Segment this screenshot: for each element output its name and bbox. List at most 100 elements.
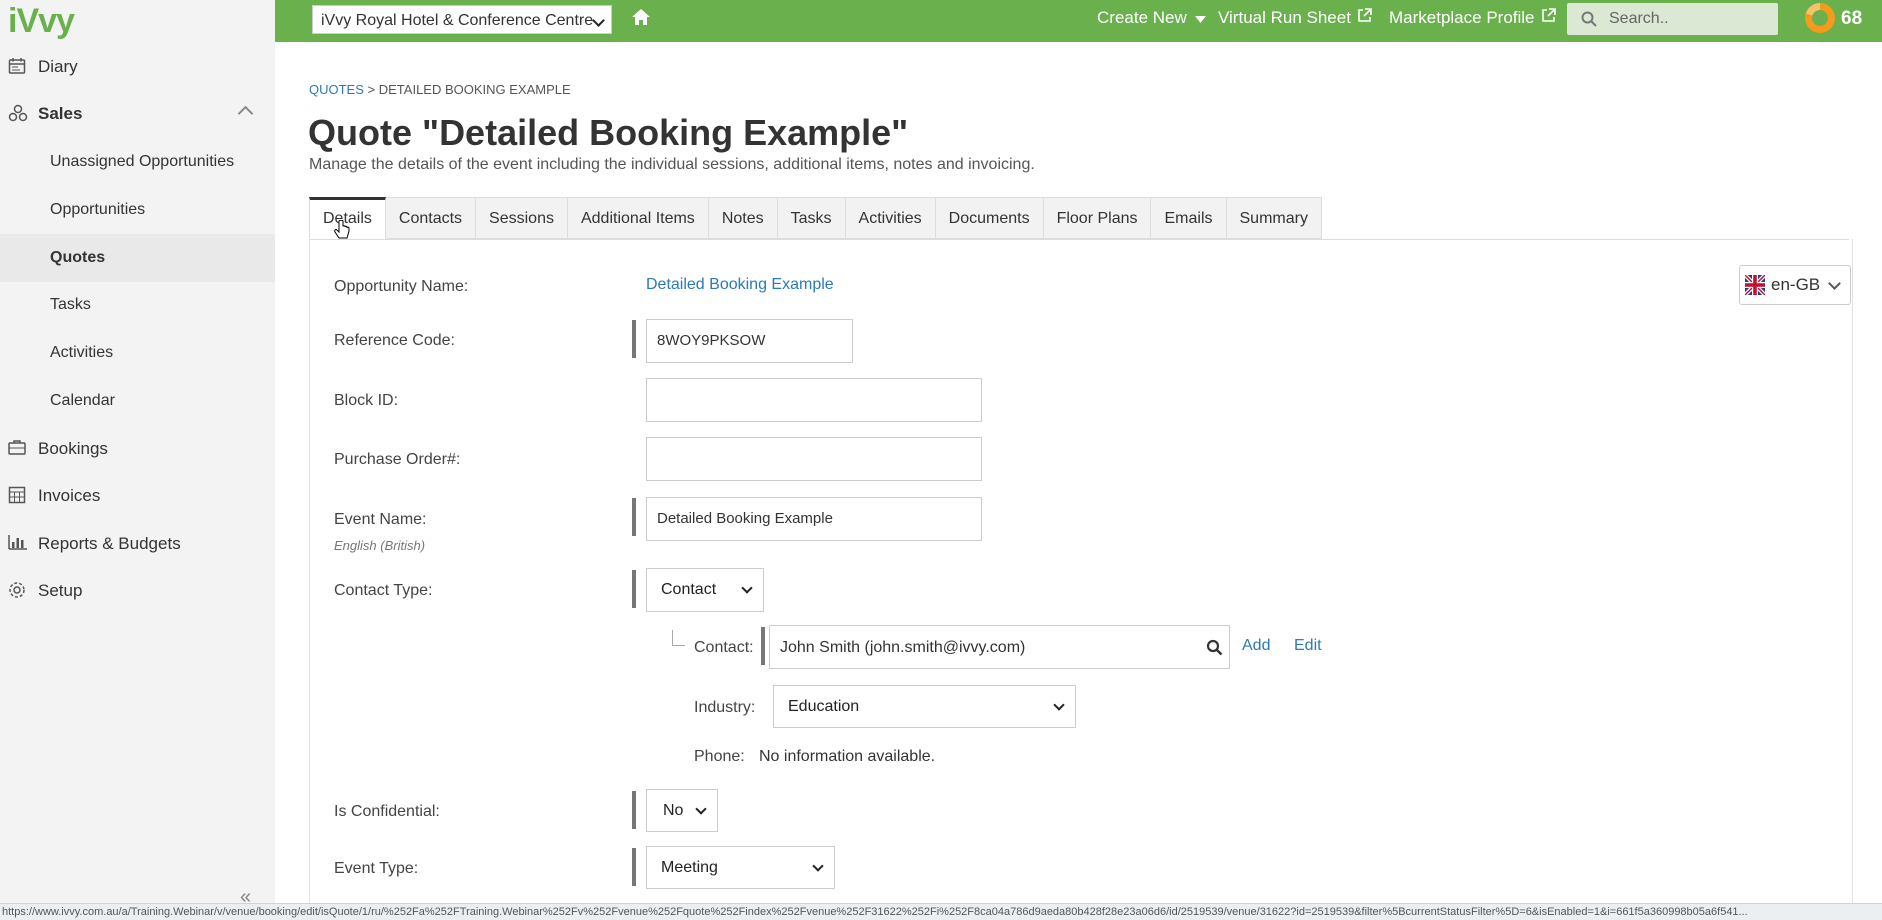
virtual-run-sheet-label: Virtual Run Sheet (1218, 8, 1351, 27)
sidebar-item-label: Quotes (50, 249, 106, 266)
reference-code-label: Reference Code: (334, 332, 455, 349)
tab-emails[interactable]: Emails (1151, 197, 1227, 239)
gear-icon (8, 581, 30, 601)
breadcrumb-separator: > (367, 82, 376, 97)
sidebar-item-invoices[interactable]: Invoices (0, 474, 275, 518)
details-panel (309, 239, 1853, 920)
contact-value: John Smith (john.smith@ivvy.com) (780, 639, 1026, 656)
sidebar: iVvy Diary Sales Unassigned Opportunitie… (0, 0, 275, 919)
sales-icon (8, 104, 30, 124)
uk-flag-icon (1743, 273, 1767, 297)
sidebar-item-label: Invoices (38, 486, 101, 505)
chevron-down-icon (592, 14, 605, 27)
sidebar-item-label: Bookings (38, 439, 108, 458)
industry-label: Industry: (694, 699, 756, 716)
virtual-run-sheet-link[interactable]: Virtual Run Sheet (1218, 8, 1372, 28)
marketplace-profile-link[interactable]: Marketplace Profile (1389, 8, 1556, 28)
chevron-up-icon (237, 105, 254, 122)
sidebar-item-bookings[interactable]: Bookings (0, 427, 275, 471)
tree-connector (672, 630, 685, 646)
chevron-down-icon (1053, 698, 1065, 711)
progress-ring-icon[interactable] (1805, 3, 1835, 33)
event-name-input[interactable]: Detailed Booking Example (646, 497, 982, 541)
sidebar-item-tasks[interactable]: Tasks (0, 283, 275, 327)
external-link-icon (1357, 8, 1372, 28)
event-type-label: Event Type: (334, 860, 419, 877)
sidebar-item-label: Activities (50, 344, 114, 361)
tab-summary[interactable]: Summary (1226, 197, 1322, 239)
chevron-down-icon (741, 582, 753, 594)
sidebar-item-label: Setup (38, 581, 83, 600)
breadcrumb-quotes-link[interactable]: QUOTES (309, 82, 364, 97)
phone-value: No information available. (759, 748, 936, 765)
event-name-label: Event Name: (334, 511, 427, 528)
contact-type-value: Contact (661, 581, 717, 598)
sidebar-item-quotes[interactable]: Quotes (0, 234, 275, 282)
contact-label: Contact: (694, 639, 754, 656)
caret-down-icon (1194, 8, 1206, 28)
industry-select[interactable]: Education (773, 685, 1076, 728)
required-marker (632, 848, 636, 886)
required-marker (632, 498, 636, 536)
breadcrumb-current: DETAILED BOOKING EXAMPLE (378, 82, 571, 97)
chevron-down-icon (812, 859, 824, 872)
briefcase-icon (8, 439, 30, 459)
marketplace-profile-label: Marketplace Profile (1389, 8, 1535, 27)
sidebar-item-reports-budgets[interactable]: Reports & Budgets (0, 522, 275, 566)
sidebar-item-activities[interactable]: Activities (0, 331, 275, 375)
sidebar-item-label: Unassigned Opportunities (50, 153, 235, 170)
bar-chart-icon (8, 534, 30, 554)
contact-type-select[interactable]: Contact (646, 568, 764, 612)
calculator-icon (8, 486, 30, 506)
sidebar-item-sales[interactable]: Sales (0, 92, 275, 136)
search-icon[interactable] (1206, 639, 1223, 661)
reference-code-input[interactable]: 8WOY9PKSOW (646, 319, 853, 363)
tab-tasks[interactable]: Tasks (777, 197, 846, 239)
required-marker (761, 627, 765, 665)
event-type-value: Meeting (661, 858, 718, 876)
venue-select[interactable]: iVvy Royal Hotel & Conference Centre (312, 5, 612, 34)
chevron-down-icon (695, 802, 707, 815)
tab-bar: Details Contacts Sessions Additional Ite… (309, 197, 1849, 240)
edit-contact-link[interactable]: Edit (1294, 637, 1322, 655)
required-marker (632, 570, 636, 608)
purchase-order-input[interactable] (646, 437, 982, 481)
tab-sessions[interactable]: Sessions (476, 197, 568, 239)
opportunity-name-label: Opportunity Name: (334, 278, 469, 295)
external-link-icon (1541, 8, 1556, 28)
sidebar-item-calendar[interactable]: Calendar (0, 379, 275, 423)
search-input[interactable]: Search.. (1567, 3, 1778, 35)
add-contact-link[interactable]: Add (1242, 637, 1270, 655)
confidential-value: No (663, 801, 684, 819)
purchase-order-label: Purchase Order#: (334, 451, 461, 468)
language-select[interactable]: en-GB (1739, 265, 1851, 305)
contact-input[interactable]: John Smith (john.smith@ivvy.com) (769, 625, 1230, 669)
chevron-down-icon (1828, 276, 1842, 290)
tab-floor-plans[interactable]: Floor Plans (1043, 197, 1152, 239)
required-marker (632, 791, 636, 829)
opportunity-name-link[interactable]: Detailed Booking Example (646, 276, 834, 294)
sidebar-item-label: Sales (38, 104, 83, 123)
industry-value: Education (788, 697, 860, 715)
event-type-select[interactable]: Meeting (646, 846, 835, 889)
page-subtitle: Manage the details of the event includin… (309, 156, 1035, 173)
search-placeholder: Search.. (1609, 10, 1669, 27)
contact-type-label: Contact Type: (334, 582, 433, 599)
event-name-language: English (British) (334, 538, 426, 553)
tab-additional-items[interactable]: Additional Items (567, 197, 709, 239)
tab-contacts[interactable]: Contacts (385, 197, 477, 239)
tab-activities[interactable]: Activities (845, 197, 936, 239)
home-icon[interactable] (631, 8, 651, 31)
required-marker (632, 320, 636, 358)
sidebar-item-opportunities[interactable]: Opportunities (0, 188, 275, 232)
sidebar-item-diary[interactable]: Diary (0, 45, 275, 89)
ivvy-logo[interactable]: iVvy (8, 2, 75, 41)
sidebar-item-unassigned-opportunities[interactable]: Unassigned Opportunities (0, 140, 275, 184)
tab-notes[interactable]: Notes (708, 197, 778, 239)
tab-documents[interactable]: Documents (935, 197, 1044, 239)
confidential-label: Is Confidential: (334, 803, 440, 820)
sidebar-item-setup[interactable]: Setup (0, 569, 275, 613)
confidential-select[interactable]: No (646, 789, 718, 832)
block-id-input[interactable] (646, 378, 982, 422)
create-new-menu[interactable]: Create New (1097, 8, 1206, 28)
